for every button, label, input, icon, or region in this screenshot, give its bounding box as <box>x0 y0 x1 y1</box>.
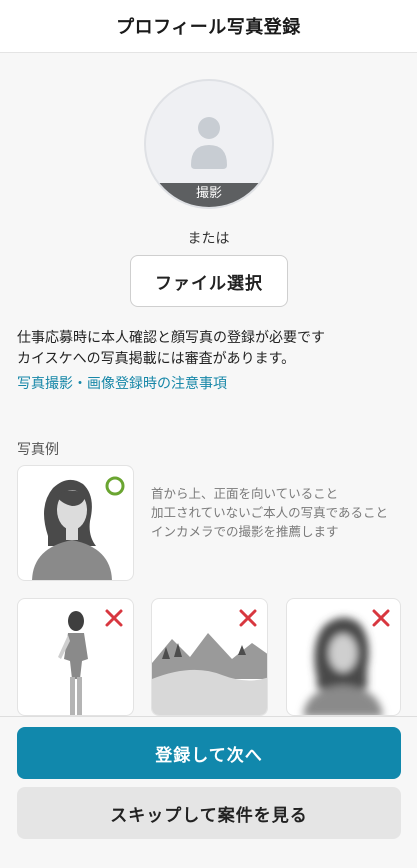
register-next-button[interactable]: 登録して次へ <box>17 727 401 779</box>
guideline-item: 首から上、正面を向いていること <box>151 486 339 501</box>
bad-example-full-body <box>17 598 134 716</box>
skip-button[interactable]: スキップして案件を見る <box>17 787 401 839</box>
capture-photo-button[interactable]: 撮影 <box>144 79 274 209</box>
cross-icon <box>372 609 390 627</box>
notice-text: 仕事応募時に本人確認と顔写真の登録が必要です カイスケへの写真掲載には審査があり… <box>17 328 407 370</box>
check-circle-icon <box>105 476 125 496</box>
cross-icon <box>105 609 123 627</box>
notice-line: 仕事応募時に本人確認と顔写真の登録が必要です <box>17 330 325 346</box>
good-example-guidelines: 首から上、正面を向いていること 加工されていないご本人の写真であること インカメ… <box>151 484 409 541</box>
header-bar: プロフィール写真登録 <box>0 0 417 53</box>
guideline-item: 加工されていないご本人の写真であること <box>151 505 389 520</box>
capture-label: 撮影 <box>146 183 272 207</box>
file-select-button[interactable]: ファイル選択 <box>130 255 288 307</box>
cross-icon <box>239 609 257 627</box>
page-title: プロフィール写真登録 <box>116 17 301 38</box>
or-divider-text: または <box>187 231 230 247</box>
photo-examples-label: 写真例 <box>17 442 59 458</box>
good-example-photo <box>17 465 134 581</box>
bad-example-blurred <box>286 598 401 716</box>
notice-line: カイスケへの写真掲載には審査があります。 <box>17 351 296 367</box>
bad-example-landscape <box>151 598 268 716</box>
guideline-item: インカメラでの撮影を推薦します <box>151 524 339 539</box>
photo-guidelines-link[interactable]: 写真撮影・画像登録時の注意事項 <box>17 373 227 393</box>
